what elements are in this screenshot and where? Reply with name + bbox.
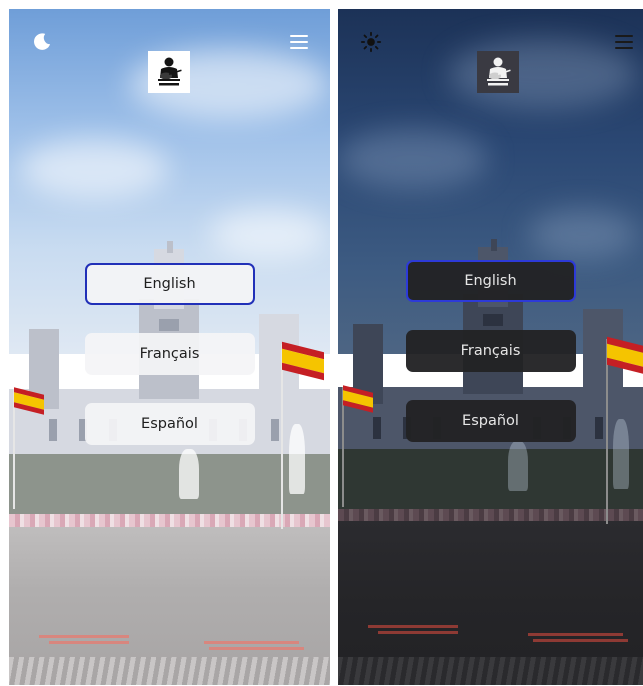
language-button-spanish[interactable]: Español bbox=[405, 400, 576, 442]
menu-button[interactable] bbox=[290, 35, 308, 49]
menu-button[interactable] bbox=[615, 35, 633, 49]
app-logo bbox=[148, 51, 190, 93]
dark-theme-screen: English Français Español bbox=[338, 9, 643, 685]
light-theme-screen: English Français Español bbox=[9, 9, 330, 685]
language-button-english[interactable]: English bbox=[405, 260, 576, 302]
language-button-english[interactable]: English bbox=[84, 263, 255, 305]
language-list: English Français Español bbox=[338, 260, 643, 442]
language-list: English Français Español bbox=[9, 263, 330, 445]
theme-toggle-button[interactable] bbox=[29, 29, 55, 55]
guitarist-logo-icon bbox=[487, 57, 511, 86]
theme-toggle-button[interactable] bbox=[358, 29, 384, 55]
guitarist-logo-icon bbox=[158, 57, 182, 86]
app-logo bbox=[477, 51, 519, 93]
moon-icon bbox=[34, 33, 51, 50]
language-button-french[interactable]: Français bbox=[84, 333, 255, 375]
sun-icon bbox=[360, 31, 382, 53]
hamburger-menu-icon bbox=[615, 35, 633, 37]
language-button-french[interactable]: Français bbox=[405, 330, 576, 372]
hamburger-menu-icon bbox=[290, 35, 308, 37]
language-button-spanish[interactable]: Español bbox=[84, 403, 255, 445]
